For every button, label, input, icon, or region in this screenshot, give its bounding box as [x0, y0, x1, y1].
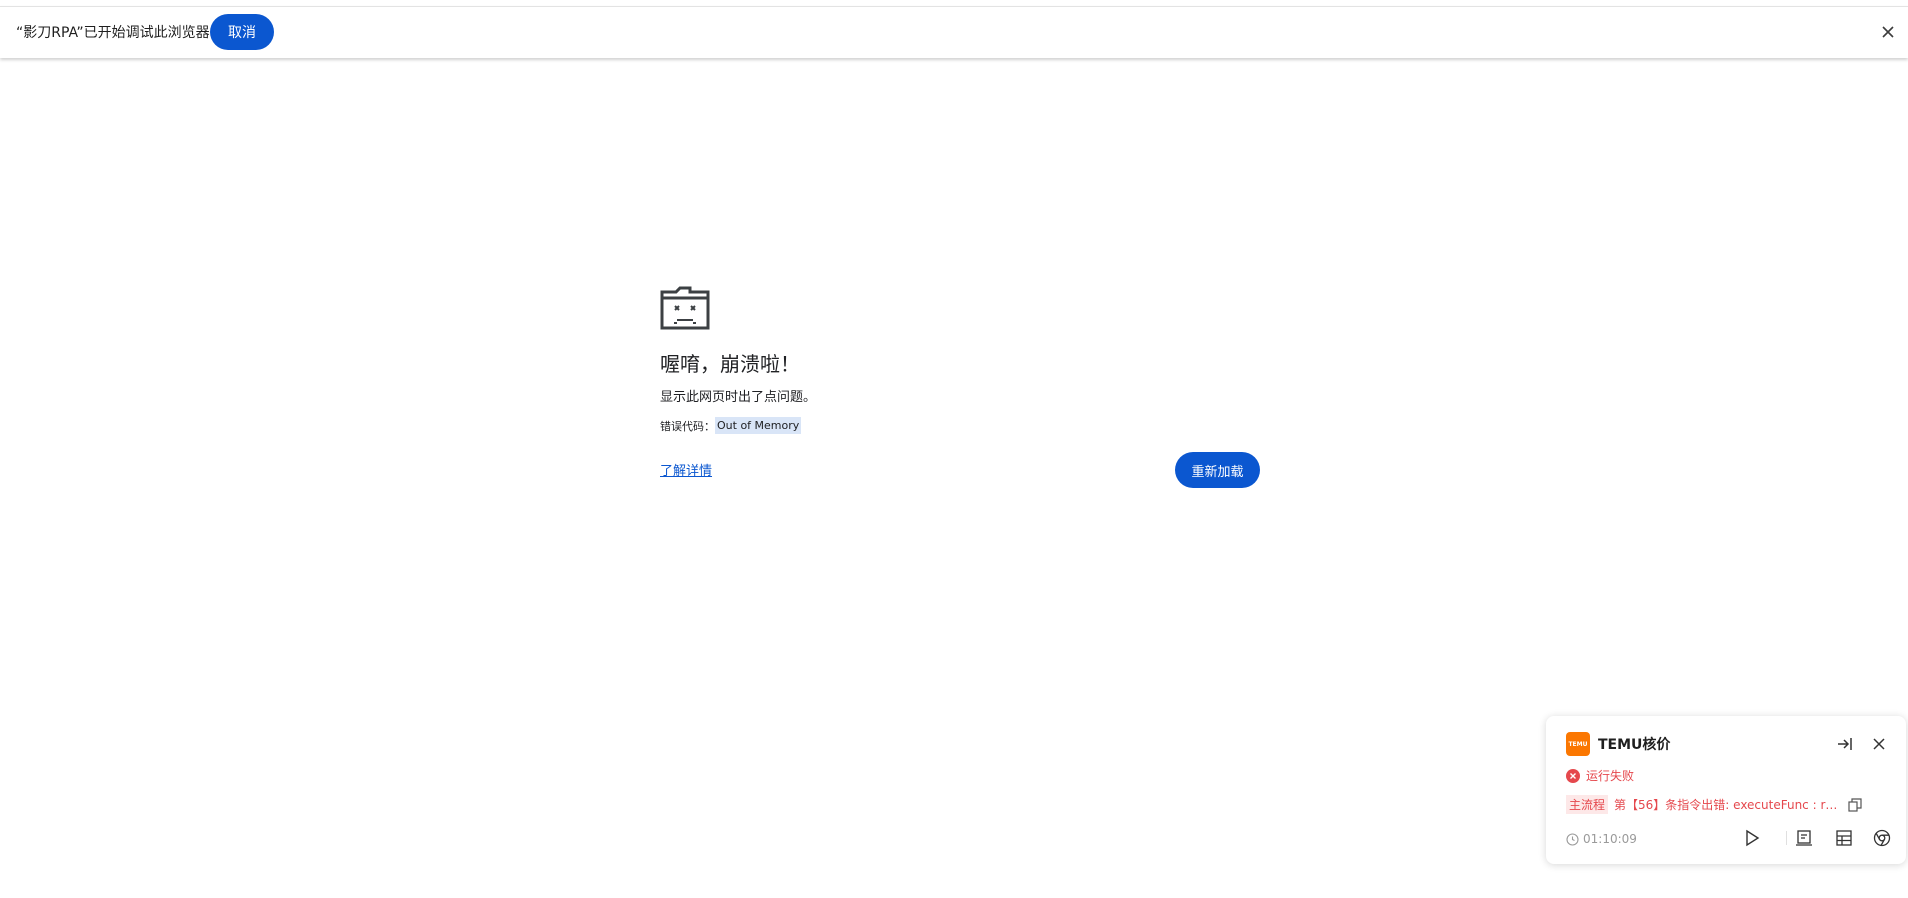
error-code-label: 错误代码： — [660, 419, 715, 433]
error-circle-icon — [1566, 768, 1580, 783]
divider — [1786, 831, 1787, 845]
rpa-status-panel: TEMU TEMU核价 运行失败 主流程 第【56】条指令出错: execute… — [1546, 716, 1906, 864]
close-icon[interactable] — [1870, 735, 1888, 753]
collapse-panel-icon[interactable] — [1836, 735, 1854, 753]
elapsed-time: 01:10:09 — [1566, 832, 1637, 846]
crash-description: 显示此网页时出了点问题。 — [660, 390, 817, 405]
error-message: 第【56】条指令出错: executeFunc : run... — [1614, 798, 1845, 812]
error-detail-row: 主流程 第【56】条指令出错: executeFunc : run... — [1566, 795, 1862, 814]
crash-title: 喔唷，崩溃啦！ — [660, 352, 800, 376]
copy-icon[interactable] — [1848, 797, 1862, 812]
panel-actions — [1742, 828, 1892, 850]
clock-icon — [1566, 832, 1579, 846]
infobar-message: “影刀RPA”已开始调试此浏览器 — [16, 25, 210, 41]
run-status-text: 运行失败 — [1586, 769, 1635, 783]
browser-icon[interactable] — [1872, 828, 1892, 848]
error-code-line: 错误代码： Out of Memory — [660, 417, 802, 434]
rpa-task-title: TEMU核价 — [1598, 737, 1671, 753]
debug-infobar: “影刀RPA”已开始调试此浏览器 取消 — [0, 6, 1908, 58]
run-status: 运行失败 — [1566, 767, 1634, 784]
sad-folder-icon — [660, 286, 710, 330]
temu-logo: TEMU — [1566, 732, 1590, 756]
close-icon[interactable] — [1876, 20, 1900, 44]
table-icon[interactable] — [1834, 828, 1854, 848]
elapsed-time-text: 01:10:09 — [1583, 832, 1637, 846]
flow-tag: 主流程 — [1566, 795, 1609, 814]
error-code-value: Out of Memory — [715, 417, 802, 434]
cancel-button[interactable]: 取消 — [210, 14, 274, 50]
play-icon[interactable] — [1742, 828, 1762, 848]
log-icon[interactable] — [1794, 828, 1814, 848]
reload-button[interactable]: 重新加载 — [1175, 452, 1260, 488]
learn-more-link[interactable]: 了解详情 — [660, 460, 712, 479]
